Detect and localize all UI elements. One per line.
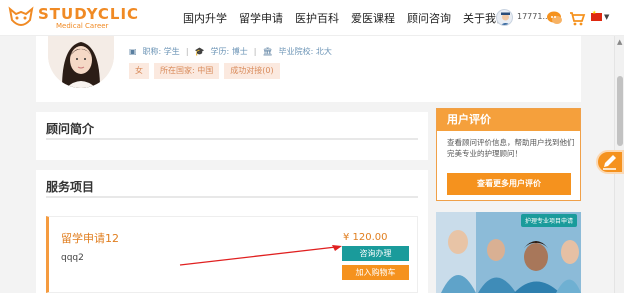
nursing-program-ad-banner[interactable]: 护理专业项目申请 — [436, 212, 581, 293]
success-count-tag: 成功对接(0) — [224, 63, 280, 79]
graduation-cap-icon: 🎓 — [194, 47, 205, 56]
service-price: ¥ 120.00 — [343, 232, 388, 243]
divider: | — [185, 47, 189, 56]
role-label: 职称: 学生 — [142, 47, 180, 56]
china-flag-icon[interactable] — [591, 10, 602, 21]
scrollbar-thumb[interactable] — [617, 76, 623, 146]
profile-tags: 女 所在国家: 中国 成功对接(0) — [129, 63, 280, 79]
title-icon: ▣ — [129, 47, 137, 56]
studyclic-logo[interactable]: STUDYCLIC Medical Career — [8, 5, 139, 31]
shopping-cart-icon[interactable] — [568, 9, 586, 27]
gender-tag: 女 — [129, 63, 149, 79]
nav-item-medical-wiki[interactable]: 医护百科 — [295, 10, 339, 26]
school-icon: 🏛 — [262, 47, 273, 56]
pencil-icon — [603, 155, 616, 170]
chat-icon[interactable] — [546, 9, 564, 27]
divider: | — [253, 47, 257, 56]
section-divider — [46, 196, 418, 198]
services-card: 服务项目 留学申请12 qqq2 ¥ 120.00 咨询办理 加入购物车 — [36, 170, 428, 293]
add-to-cart-button[interactable]: 加入购物车 — [342, 265, 409, 280]
profile-info-row: ▣ 职称: 学生 | 🎓 学历: 博士 | 🏛 毕业院校: 北大 — [129, 46, 332, 57]
services-title: 服务项目 — [46, 180, 95, 194]
service-name[interactable]: 留学申请12 — [61, 230, 119, 246]
consultant-intro-card: 顾问简介 — [36, 112, 428, 160]
floating-edit-button[interactable] — [596, 150, 624, 174]
user-avatar[interactable] — [496, 9, 513, 26]
school-label: 毕业院校: 北大 — [278, 47, 332, 56]
view-more-reviews-button[interactable]: 查看更多用户评价 — [447, 173, 571, 195]
logo-subtitle: Medical Career — [56, 21, 109, 30]
consult-button[interactable]: 咨询办理 — [342, 246, 409, 261]
top-navigation-bar: STUDYCLIC Medical Career 国内升学 留学申请 医护百科 … — [0, 0, 624, 36]
logo-text: STUDYCLIC — [38, 4, 140, 23]
consultant-profile-card: ▣ 职称: 学生 | 🎓 学历: 博士 | 🏛 毕业院校: 北大 女 所在国家:… — [36, 36, 581, 102]
nav-item-courses[interactable]: 爱医课程 — [351, 10, 395, 26]
section-divider — [46, 138, 418, 140]
fox-logo-icon — [8, 6, 34, 26]
nav-item-domestic[interactable]: 国内升学 — [183, 10, 227, 26]
reviews-title: 用户评价 — [437, 109, 580, 131]
main-nav: 国内升学 留学申请 医护百科 爱医课程 顾问咨询 关于我们 — [183, 10, 507, 26]
degree-label: 学历: 博士 — [210, 47, 248, 56]
ad-label: 护理专业项目申请 — [520, 214, 577, 227]
intro-title: 顾问简介 — [46, 122, 95, 136]
nav-item-consulting[interactable]: 顾问咨询 — [407, 10, 451, 26]
red-arrow-annotation — [179, 245, 342, 266]
scroll-up-icon[interactable]: ▲ — [617, 38, 622, 46]
language-dropdown-icon[interactable]: ▼ — [604, 13, 609, 21]
user-reviews-card: 用户评价 查看顾问评价信息，帮助用户找到他们完美专业的护理顾问！ 查看更多用户评… — [436, 108, 581, 201]
service-description: qqq2 — [61, 253, 84, 263]
consultant-photo — [48, 36, 114, 88]
country-tag: 所在国家: 中国 — [154, 63, 220, 79]
reviews-description: 查看顾问评价信息，帮助用户找到他们完美专业的护理顾问！ — [447, 138, 575, 158]
nav-item-study-abroad[interactable]: 留学申请 — [239, 10, 283, 26]
